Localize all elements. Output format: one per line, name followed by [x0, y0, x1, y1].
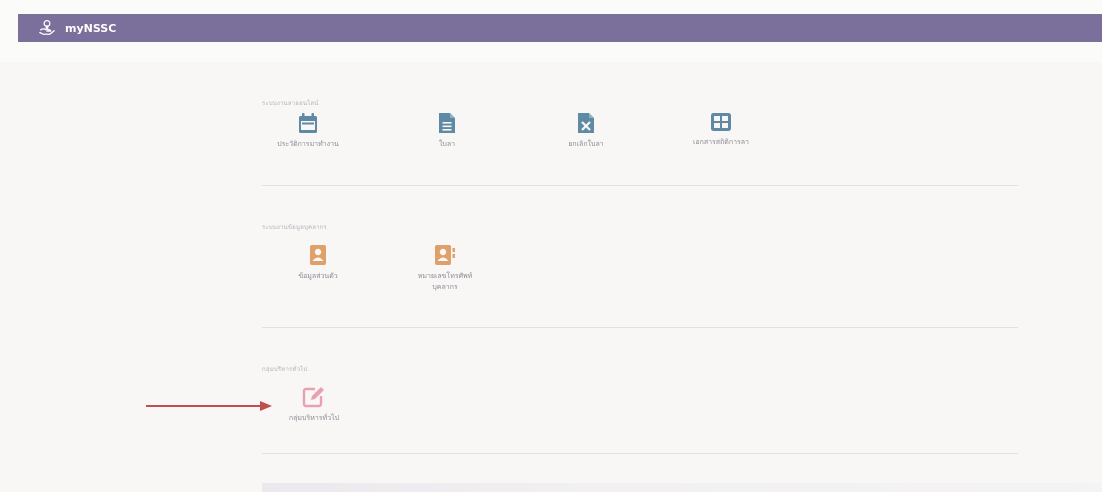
annotation-arrow-icon — [146, 401, 272, 411]
tile-label: ยกเลิกใบลา — [568, 140, 604, 148]
hand-coin-icon — [39, 19, 55, 35]
top-area: myNSSC — [0, 0, 1102, 62]
tile-leave-form[interactable]: ใบลา — [397, 112, 497, 150]
tile-label: กลุ่มบริหารทั่วไป — [288, 414, 340, 422]
calendar-icon — [299, 113, 317, 133]
edit-icon — [302, 387, 324, 408]
tile-general-admin[interactable]: กลุ่มบริหารทั่วไป — [264, 386, 364, 424]
tile-label: เอกสารสถิติการลา — [692, 138, 749, 146]
tile-label: ข้อมูลส่วนตัว — [298, 272, 338, 280]
tile-personal-info[interactable]: ข้อมูลส่วนตัว — [268, 244, 368, 282]
excel-file-icon — [578, 113, 594, 133]
navbar: myNSSC — [18, 14, 1102, 42]
footer-divider — [262, 483, 1102, 492]
document-icon — [439, 113, 455, 133]
person-card-icon — [310, 245, 326, 265]
tile-attendance-history[interactable]: ประวัติการมาทำงาน — [258, 112, 358, 150]
section-title: ระบบงานลาออนไลน์ — [262, 100, 319, 107]
section-title: ระบบงานข้อมูลบุคลากร — [262, 224, 327, 231]
main-content: ระบบงานลาออนไลน์ ประวัติการมาทำงาน ใบลา — [0, 62, 1102, 492]
section-general-admin: กลุ่มบริหารทั่วไป กลุ่มบริหารทั่วไป — [262, 364, 1018, 454]
tile-staff-phone-directory[interactable]: หมายเลขโทรศัพท์ บุคลากร — [395, 244, 495, 293]
tile-label: ประวัติการมาทำงาน — [277, 140, 339, 148]
app-title: myNSSC — [65, 21, 117, 35]
tile-label: หมายเลขโทรศัพท์ บุคลากร — [417, 272, 473, 291]
tile-leave-statistics[interactable]: เอกสารสถิติการลา — [671, 112, 771, 148]
tile-cancel-leave[interactable]: ยกเลิกใบลา — [536, 112, 636, 150]
section-leave: ระบบงานลาออนไลน์ ประวัติการมาทำงาน ใบลา — [262, 98, 1018, 186]
table-icon — [711, 113, 731, 131]
section-title: กลุ่มบริหารทั่วไป — [262, 366, 308, 373]
tile-label: ใบลา — [438, 140, 456, 148]
brand-link[interactable]: myNSSC — [38, 19, 116, 37]
contact-book-icon — [435, 245, 455, 265]
section-personnel: ระบบงานข้อมูลบุคลากร ข้อมูลส่วนตัว หมายเ… — [262, 222, 1018, 328]
